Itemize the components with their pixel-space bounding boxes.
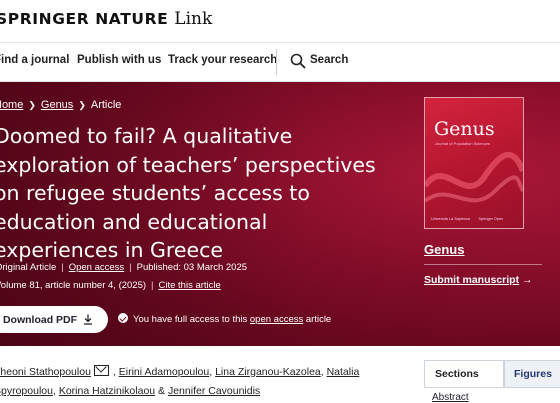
nav-divider — [276, 49, 277, 75]
cover-footer: Università La Sapienza Springer Open — [431, 217, 503, 221]
submit-manuscript-label: Submit manuscript — [424, 274, 520, 286]
springer-nature-link-logo[interactable]: SPRINGER NATURE Link — [0, 9, 212, 29]
sidebar-tabs: Sections Figures Abstract — [424, 360, 560, 403]
published-date: Published: 03 March 2025 — [136, 262, 248, 273]
nav-publish[interactable]: Publish with us — [77, 54, 161, 66]
top-bar: SPRINGER NATURE Link — [0, 0, 560, 43]
cover-title: Genus — [434, 118, 495, 140]
arrow-right-icon: → — [522, 274, 533, 286]
breadcrumb: Home ❯ Genus ❯ Article — [0, 99, 121, 111]
cover-footer-right: Springer Open — [478, 217, 504, 221]
author-link[interactable]: Lina Zirganou-Kazolea — [215, 366, 321, 378]
article-title: Doomed to fail? A qualitative exploratio… — [0, 124, 376, 263]
cite-link[interactable]: Cite this article — [159, 280, 221, 291]
tab-sections[interactable]: Sections — [424, 360, 504, 388]
download-icon — [84, 314, 93, 325]
author-list: Theoni Stathopoulou, Eirini Adamopoulou,… — [0, 363, 394, 401]
breadcrumb-journal[interactable]: Genus — [41, 99, 73, 111]
nav-search[interactable]: Search — [310, 54, 348, 66]
journal-cover[interactable]: Genus Journal of Population Sciences Uni… — [424, 97, 524, 229]
access-note-text: You have full access to this — [133, 314, 248, 325]
download-pdf-label: Download PDF — [2, 313, 78, 326]
nav-find-journal[interactable]: Find a journal — [0, 54, 69, 66]
access-note-suffix: article — [305, 314, 332, 325]
brand-name: SPRINGER NATURE — [0, 10, 169, 28]
search-icon[interactable] — [290, 53, 306, 69]
cover-footer-left: Università La Sapienza — [431, 217, 471, 221]
article-hero: Home ❯ Genus ❯ Article Doomed to fail? A qua… — [0, 82, 560, 346]
download-pdf-button[interactable]: Download PDF — [0, 306, 108, 333]
tab-figures[interactable]: Figures — [504, 360, 560, 388]
check-circle-icon — [118, 313, 128, 323]
main-nav: Find a journal Publish with us Track you… — [0, 43, 560, 82]
section-abstract-link[interactable]: Abstract — [432, 392, 469, 403]
article-volume: Volume 81, article number 4, (2025) — [0, 280, 147, 291]
tabs-divider — [424, 387, 560, 388]
access-note: You have full access to this open access… — [118, 313, 331, 325]
breadcrumb-home[interactable]: Home — [0, 99, 23, 111]
journal-link[interactable]: Genus — [424, 242, 464, 257]
cover-swirl-graphic — [425, 151, 523, 203]
sidebar-divider — [424, 264, 542, 265]
author-link[interactable]: Jennifer Cavounidis — [168, 385, 260, 397]
brand-product: Link — [174, 9, 213, 29]
author-link[interactable]: Korina Hatzinikolaou — [59, 385, 155, 397]
open-access-link[interactable]: Open access — [69, 262, 124, 273]
submit-manuscript-link[interactable]: Submit manuscript → — [424, 274, 533, 286]
chevron-right-icon: ❯ — [78, 100, 86, 110]
chevron-right-icon: ❯ — [28, 100, 36, 110]
article-type: Original Article — [0, 262, 57, 273]
mail-icon[interactable] — [93, 365, 109, 376]
author-link[interactable]: Eirini Adamopoulou — [119, 366, 209, 378]
nav-track-research[interactable]: Track your research — [168, 54, 277, 66]
article-volume-row: Volume 81, article number 4, (2025) | Cite… — [0, 280, 221, 291]
access-open-access-link[interactable]: open access — [250, 314, 303, 325]
breadcrumb-current: Article — [90, 99, 122, 111]
author-link[interactable]: Theoni Stathopoulou — [0, 366, 91, 378]
article-meta: Original Article | Open access | Published: … — [0, 262, 247, 273]
